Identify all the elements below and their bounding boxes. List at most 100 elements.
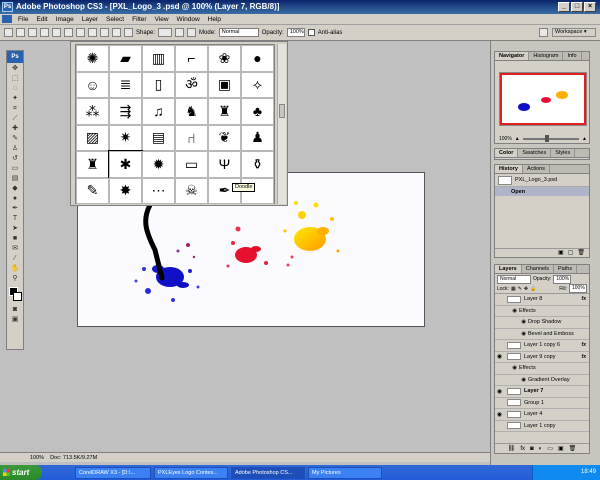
zoom-out-icon[interactable]: ▲ xyxy=(515,136,520,142)
fill-field[interactable]: 100% xyxy=(569,284,587,293)
status-zoom[interactable]: 100% xyxy=(30,455,44,461)
screen-mode-icon[interactable]: ▣ xyxy=(8,315,22,324)
brush-arrows-icon[interactable]: ⇶ xyxy=(109,98,142,125)
custom-shape-icon[interactable] xyxy=(124,28,133,37)
task-coreldraw[interactable]: CorelDRAW X3 - [D:\... xyxy=(75,466,151,479)
history-brush-icon[interactable]: ↺ xyxy=(8,154,22,163)
eraser-tool-icon[interactable]: ▭ xyxy=(8,164,22,173)
tab-channels[interactable]: Channels xyxy=(522,265,554,273)
link-layers-icon[interactable]: ⛓ xyxy=(508,445,516,452)
subtract-icon[interactable] xyxy=(187,28,197,37)
gradient-tool-icon[interactable]: ▤ xyxy=(8,174,22,183)
line-icon[interactable] xyxy=(112,28,121,37)
path-select-icon[interactable]: ➤ xyxy=(8,224,22,233)
layer-effect-row[interactable]: ◉ Effects xyxy=(495,305,589,317)
blur-tool-icon[interactable]: ◆ xyxy=(8,184,22,193)
slice-tool-icon[interactable]: ⟋ xyxy=(8,114,22,123)
visibility-eye-icon[interactable]: ◉ xyxy=(495,353,504,360)
layer-fx-icon[interactable]: fx xyxy=(582,296,586,302)
shape-tool-icon[interactable]: ■ xyxy=(8,234,22,243)
tab-color[interactable]: Color xyxy=(495,149,519,157)
brush-skull-icon[interactable]: ☠ xyxy=(175,177,208,204)
navigator-zoom-value[interactable]: 100% xyxy=(499,136,512,142)
brush-cupid-icon[interactable]: ♜ xyxy=(76,151,109,178)
visibility-eye-icon[interactable]: ◉ xyxy=(495,411,504,418)
type-tool-icon[interactable]: T xyxy=(8,214,22,223)
opacity-field[interactable]: 100% xyxy=(286,28,305,37)
tab-info[interactable]: Info xyxy=(563,52,582,60)
brush-ruler-icon[interactable]: ▯ xyxy=(142,71,175,98)
hand-tool-icon[interactable]: ✋ xyxy=(8,264,22,273)
layer-effect-row[interactable]: ◉ Gradient Overlay xyxy=(495,374,589,386)
menu-view[interactable]: View xyxy=(151,16,173,23)
minimize-icon[interactable]: _ xyxy=(558,2,570,12)
zoom-slider[interactable] xyxy=(522,134,580,142)
tab-histogram[interactable]: Histogram xyxy=(529,52,564,60)
layer-fx-icon[interactable]: fx xyxy=(582,354,586,360)
brush-picker-scrollbar[interactable] xyxy=(277,44,286,204)
layers-opacity-field[interactable]: 100% xyxy=(553,274,572,284)
brush-brain-icon[interactable]: ❀ xyxy=(208,45,241,72)
brush-square-target-icon[interactable]: ▣ xyxy=(208,71,241,98)
brush-tree-icon[interactable]: ♣ xyxy=(241,98,274,125)
brush-sun-splat-icon[interactable]: ✹ xyxy=(142,151,175,178)
layer-effect-row[interactable]: ◉ Effects xyxy=(495,363,589,375)
brush-keyboard-icon[interactable]: ▤ xyxy=(142,124,175,151)
menu-select[interactable]: Select xyxy=(102,16,128,23)
combine-icon[interactable] xyxy=(175,28,185,37)
new-document-icon[interactable]: ▣ xyxy=(558,249,564,257)
navigator-preview[interactable] xyxy=(499,72,587,126)
tab-actions[interactable]: Actions xyxy=(523,165,550,173)
layer-row[interactable]: ◉ Layer 9 copy fx xyxy=(495,351,589,363)
tool-preset-icon[interactable] xyxy=(4,28,13,37)
brush-splatter-icon[interactable]: ✺ xyxy=(76,45,109,72)
layer-row[interactable]: Layer 1 copy 6 fx xyxy=(495,340,589,352)
brush-sphere-icon[interactable]: ● xyxy=(241,45,274,72)
delete-layer-icon[interactable]: 🗑 xyxy=(569,445,577,452)
menu-window[interactable]: Window xyxy=(173,16,204,23)
task-my-pictures[interactable]: My Pictures xyxy=(308,466,382,479)
trash-icon[interactable]: 🗑 xyxy=(577,249,585,257)
paths-icon[interactable] xyxy=(28,28,37,37)
healing-brush-icon[interactable]: ✚ xyxy=(8,124,22,133)
menu-edit[interactable]: Edit xyxy=(32,16,51,23)
clone-stamp-icon[interactable]: ♙ xyxy=(8,144,22,153)
rounded-rect-icon[interactable] xyxy=(76,28,85,37)
brush-pistol-icon[interactable]: ⌐ xyxy=(175,45,208,72)
lasso-tool-icon[interactable]: ◌ xyxy=(8,84,22,93)
layer-row[interactable]: ◉ Layer 4 xyxy=(495,409,589,421)
tab-swatches[interactable]: Swatches xyxy=(518,149,552,157)
menu-help[interactable]: Help xyxy=(204,16,225,23)
polygon-icon[interactable] xyxy=(100,28,109,37)
shape-layers-icon[interactable] xyxy=(16,28,25,37)
eyedropper-icon[interactable]: ⁄ xyxy=(8,254,22,263)
brush-building-icon[interactable]: ▥ xyxy=(142,45,175,72)
ps-logo[interactable]: Ps xyxy=(7,51,23,63)
layer-effect-row[interactable]: ◉ Drop Shadow xyxy=(495,317,589,329)
scroll-thumb[interactable] xyxy=(279,104,285,118)
brush-tree-bare-icon[interactable]: Ψ xyxy=(208,151,241,178)
brush-skater-icon[interactable]: ♜ xyxy=(208,98,241,125)
history-state-open[interactable]: Open xyxy=(495,187,589,196)
crop-tool-icon[interactable]: ⌗ xyxy=(8,104,22,113)
layer-mask-icon[interactable]: ◙ xyxy=(530,446,534,452)
photoshop-app-icon[interactable]: Ps xyxy=(2,2,13,12)
brush-hatch-icon[interactable]: ▨ xyxy=(76,124,109,151)
marquee-tool-icon[interactable]: ⬚ xyxy=(8,74,22,83)
brush-branch-icon[interactable]: ⟡ xyxy=(241,71,274,98)
layer-effect-row[interactable]: ◉ Bevel and Emboss xyxy=(495,328,589,340)
zoom-in-icon[interactable]: ▲ xyxy=(582,136,587,142)
brush-truck-icon[interactable]: ▭ xyxy=(175,151,208,178)
layer-row[interactable]: ◉ Layer 7 xyxy=(495,386,589,398)
brush-sunburst-icon[interactable]: ✸ xyxy=(109,177,142,204)
brush-star-burst-icon[interactable]: ✷ xyxy=(109,124,142,151)
color-swatches[interactable] xyxy=(7,286,23,304)
brush-dancer-icon[interactable]: ♞ xyxy=(175,98,208,125)
close-icon[interactable]: × xyxy=(584,2,596,12)
brush-face-icon[interactable]: ☺ xyxy=(76,71,109,98)
new-snapshot-icon[interactable]: ▢ xyxy=(568,249,574,257)
tab-history[interactable]: History xyxy=(495,165,523,173)
brush-bars-icon[interactable]: ≣ xyxy=(109,71,142,98)
layer-row[interactable]: Layer 8 fx xyxy=(495,294,589,306)
layer-row[interactable]: Group 1 xyxy=(495,397,589,409)
